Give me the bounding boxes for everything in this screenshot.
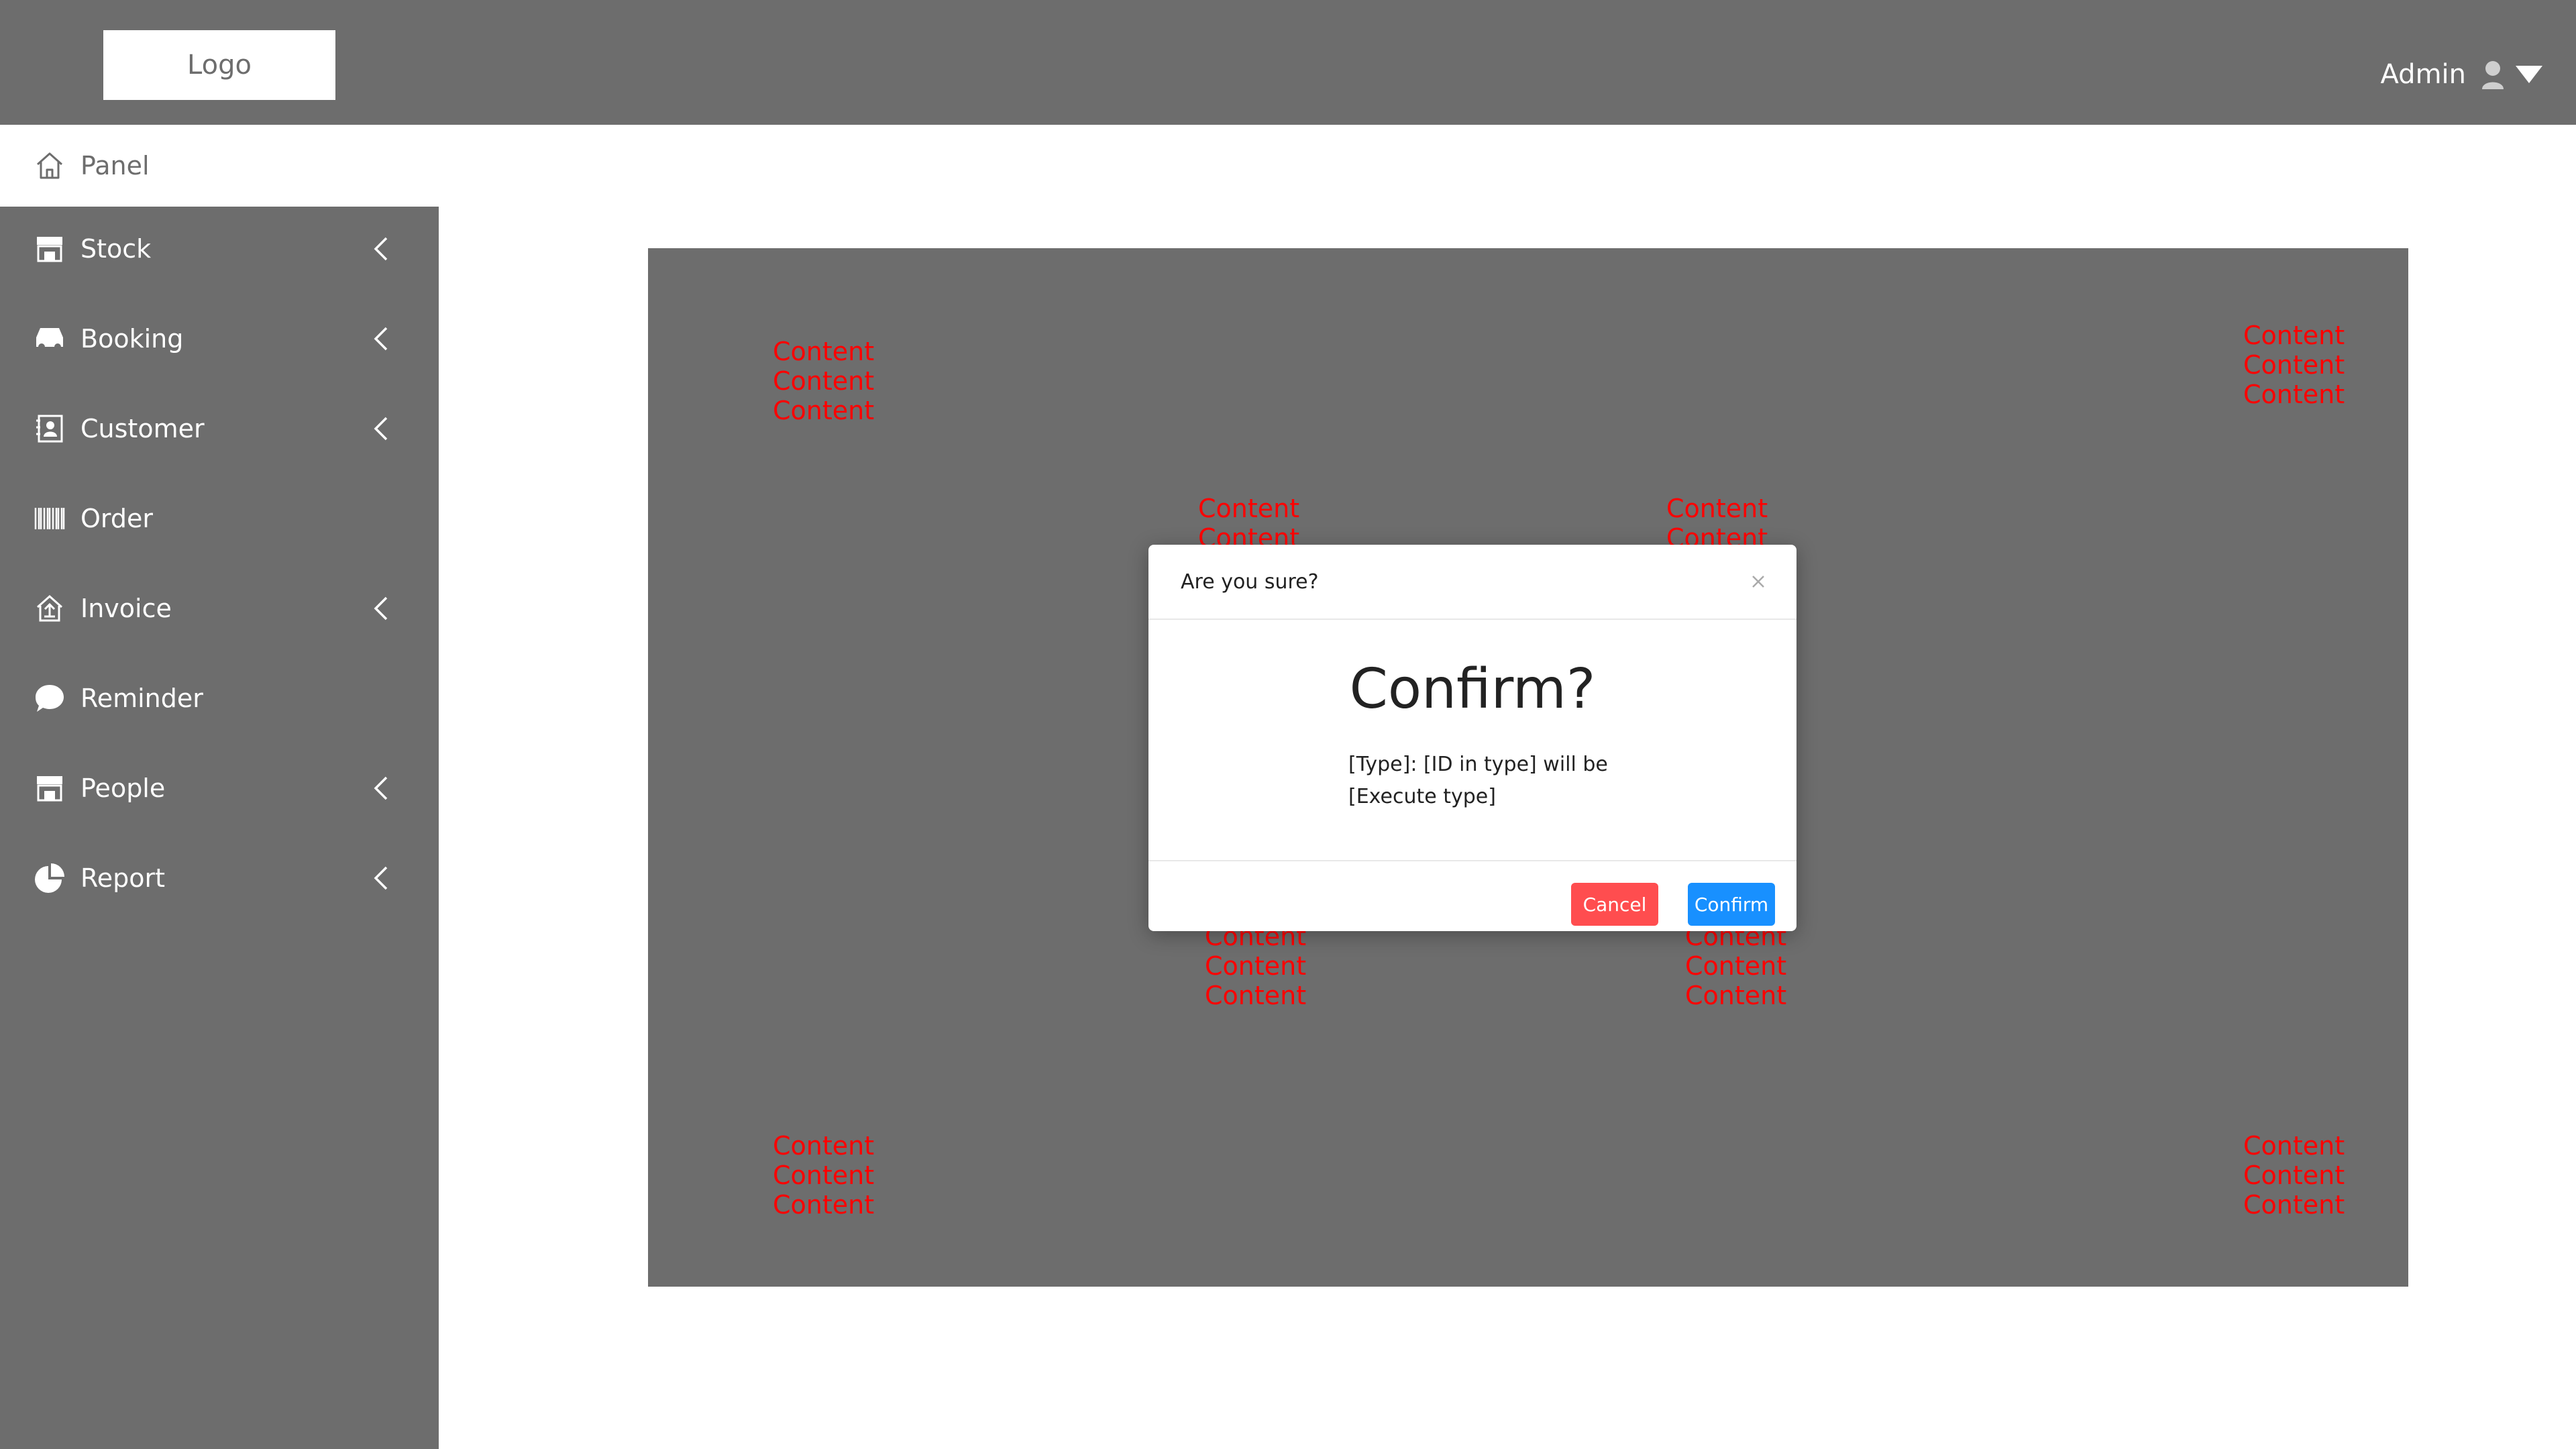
cancel-button[interactable]: Cancel xyxy=(1571,883,1658,926)
content-block-top-left: Content Content Content xyxy=(773,337,874,425)
content-text: Content xyxy=(2243,1161,2345,1190)
pie-chart-icon xyxy=(34,862,66,894)
chevron-left-icon xyxy=(374,237,388,261)
sidebar-item-label: Invoice xyxy=(80,594,172,623)
sidebar-item-label: Customer xyxy=(80,414,205,443)
dialog-header: Are you sure? xyxy=(1148,545,1796,620)
content-text: Content xyxy=(2243,1190,2345,1220)
content-text: Content xyxy=(1205,981,1307,1010)
close-icon[interactable] xyxy=(1747,570,1770,593)
sidebar-item-label: Panel xyxy=(80,151,150,180)
user-name: Admin xyxy=(2380,59,2466,90)
content-block-top-right: Content Content Content xyxy=(2243,321,2345,409)
chat-bubble-icon xyxy=(34,682,66,714)
sidebar-item-stock[interactable]: Stock xyxy=(0,215,439,282)
store-icon xyxy=(34,772,66,804)
content-block-low-left: Content Content Content xyxy=(1205,922,1306,1010)
store-icon xyxy=(34,233,66,265)
barcode-icon xyxy=(34,502,66,535)
content-text: Content xyxy=(1205,951,1307,981)
sidebar-item-people[interactable]: People xyxy=(0,755,439,822)
caret-down-icon[interactable] xyxy=(2514,64,2544,85)
sidebar-item-label: Report xyxy=(80,863,165,893)
dialog-message: [Type]: [ID in type] will be [Execute ty… xyxy=(1348,749,1637,813)
sidebar-item-label: Order xyxy=(80,504,153,533)
content-block-bottom-right: Content Content Content xyxy=(2243,1131,2345,1220)
sidebar-item-label: Booking xyxy=(80,324,184,354)
chevron-left-icon xyxy=(374,327,388,351)
sidebar-item-label: Stock xyxy=(80,234,152,264)
chevron-left-icon xyxy=(374,596,388,621)
content-text: Content xyxy=(773,1161,875,1190)
content-text: Content xyxy=(1198,494,1300,523)
confirm-button[interactable]: Confirm xyxy=(1688,883,1775,926)
invoice-icon xyxy=(34,592,66,625)
content-text: Content xyxy=(773,337,875,366)
user-menu[interactable]: Admin xyxy=(2381,54,2544,95)
content-text: Content xyxy=(1685,951,1787,981)
dialog-heading: Confirm? xyxy=(1349,657,1596,721)
content-block-bottom-left: Content Content Content xyxy=(773,1131,874,1220)
content-text: Content xyxy=(773,366,875,396)
dialog-message-line: [Execute type] xyxy=(1348,785,1496,808)
sidebar-item-label: People xyxy=(80,773,166,803)
dialog-footer: Cancel Confirm xyxy=(1148,860,1796,931)
content-text: Content xyxy=(1666,494,1768,523)
sidebar-item-order[interactable]: Order xyxy=(0,485,439,552)
content-block-mid-right: Content Content xyxy=(1666,494,1768,553)
content-text: Content xyxy=(2243,380,2345,409)
sidebar-item-invoice[interactable]: Invoice xyxy=(0,575,439,642)
content-text: Content xyxy=(2243,350,2345,380)
content-text: Content xyxy=(2243,1131,2345,1161)
car-icon xyxy=(34,323,66,355)
contact-card-icon xyxy=(34,413,66,445)
dialog-title: Are you sure? xyxy=(1181,570,1319,594)
top-bar: Logo Admin xyxy=(0,0,2576,125)
confirm-dialog: Are you sure? Confirm? [Type]: [ID in ty… xyxy=(1148,545,1796,931)
content-text: Content xyxy=(773,396,875,425)
chevron-left-icon xyxy=(374,776,388,800)
sidebar-item-reminder[interactable]: Reminder xyxy=(0,665,439,732)
sidebar-item-booking[interactable]: Booking xyxy=(0,305,439,372)
sidebar-item-report[interactable]: Report xyxy=(0,845,439,912)
sidebar-item-label: Reminder xyxy=(80,684,203,713)
home-icon xyxy=(34,150,66,182)
logo-text: Logo xyxy=(187,50,252,80)
user-icon xyxy=(2482,61,2504,89)
content-block-mid-left: Content Content xyxy=(1198,494,1299,553)
dialog-message-line: [Type]: [ID in type] will be xyxy=(1348,753,1608,776)
content-text: Content xyxy=(1685,981,1787,1010)
sidebar-item-customer[interactable]: Customer xyxy=(0,395,439,462)
content-block-low-right: Content Content Content xyxy=(1685,922,1786,1010)
chevron-left-icon xyxy=(374,866,388,890)
content-text: Content xyxy=(773,1131,875,1161)
logo[interactable]: Logo xyxy=(103,30,335,100)
chevron-left-icon xyxy=(374,417,388,441)
sidebar-item-panel[interactable]: Panel xyxy=(0,125,439,207)
content-text: Content xyxy=(773,1190,875,1220)
content-text: Content xyxy=(2243,321,2345,350)
